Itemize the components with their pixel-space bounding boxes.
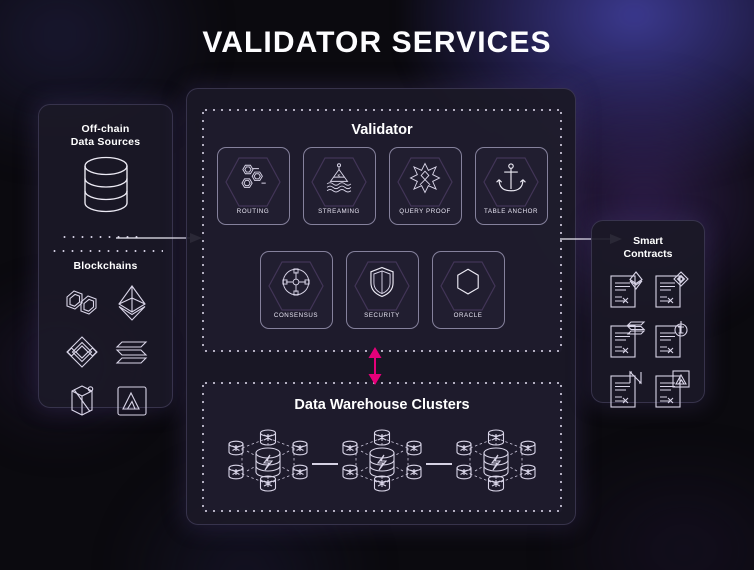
query-proof-starburst-icon <box>409 162 441 194</box>
blockchain-icon-grid <box>57 283 157 426</box>
service-label: STREAMING <box>318 208 360 215</box>
blockchains-title: Blockchains <box>73 260 138 272</box>
service-card-routing[interactable]: ROUTING <box>216 147 290 225</box>
contract-document-tezos-icon[interactable] <box>651 319 693 366</box>
validator-service-row-top: ROUTING K STREAMING QUERY PROOF TABLE AN… <box>202 147 562 225</box>
glow-bottom-right <box>554 450 754 570</box>
offchain-sources-title: Off-chain Data Sources <box>39 123 172 149</box>
service-label: ORACLE <box>453 312 483 319</box>
consensus-network-wheel-icon <box>282 268 310 296</box>
service-card-query-proof[interactable]: QUERY PROOF <box>388 147 462 225</box>
data-warehouse-title: Data Warehouse Clusters <box>294 397 470 413</box>
solana-bars-icon[interactable] <box>113 336 151 373</box>
service-card-table-anchor[interactable]: TABLE ANCHOR <box>474 147 548 225</box>
contract-document-bnb-icon[interactable] <box>651 269 693 316</box>
service-card-streaming[interactable]: K STREAMING <box>302 147 376 225</box>
database-cluster-icon[interactable] <box>454 426 538 501</box>
offchain-sources-panel: Off-chain Data Sources Blockchains <box>38 104 173 416</box>
streaming-buoy-waves-icon: K <box>326 163 352 193</box>
smart-contracts-title-line-2: Contracts <box>623 248 673 261</box>
validator-title: Validator <box>351 122 413 138</box>
bnb-diamond-icon[interactable] <box>64 334 100 375</box>
near-cube-icon[interactable] <box>65 381 99 426</box>
service-label: QUERY PROOF <box>399 208 451 215</box>
database-cluster-icon[interactable] <box>226 426 310 501</box>
contract-document-avalanche-icon[interactable] <box>651 369 693 416</box>
smart-contracts-title-line-1: Smart <box>633 235 663 247</box>
validator-service-row-bottom: CONSENSUS SECURITY ORACLE <box>202 251 562 329</box>
cluster-link <box>312 462 338 465</box>
offchain-title-line-1: Off-chain <box>81 123 130 135</box>
sync-arrow-up-down-icon <box>364 347 386 385</box>
service-label: ROUTING <box>236 208 270 215</box>
contract-document-ethereum-icon[interactable] <box>606 269 648 316</box>
database-cluster-icon[interactable] <box>340 426 424 501</box>
cluster-link <box>426 462 452 465</box>
service-label: TABLE ANCHOR <box>484 208 538 215</box>
panel-divider <box>50 250 163 252</box>
contract-document-solana-icon[interactable] <box>606 319 648 366</box>
service-card-security[interactable]: SECURITY <box>345 251 419 329</box>
data-warehouse-group: Data Warehouse Clusters <box>202 382 562 512</box>
ethereum-diamond-icon[interactable] <box>115 283 149 328</box>
smart-contracts-title: Smart Contracts <box>592 235 704 261</box>
page-title: VALIDATOR SERVICES <box>202 26 552 59</box>
database-cylinder-icon <box>39 153 172 219</box>
service-label: SECURITY <box>364 312 400 319</box>
service-card-consensus[interactable]: CONSENSUS <box>259 251 333 329</box>
contract-document-near-icon[interactable] <box>606 369 648 416</box>
service-card-oracle[interactable]: ORACLE <box>431 251 505 329</box>
cluster-diagram <box>202 426 562 501</box>
validator-services-panel: Validator ROUTING K STREAMING QUERY PROO… <box>186 88 576 525</box>
smart-contract-icon-grid <box>604 269 694 416</box>
validator-group: Validator ROUTING K STREAMING QUERY PROO… <box>202 109 562 352</box>
service-label: CONSENSUS <box>273 312 319 319</box>
offchain-title-line-2: Data Sources <box>70 136 141 149</box>
routing-gears-icon <box>241 164 266 188</box>
table-anchor-icon <box>496 163 526 192</box>
smart-contracts-panel: Smart Contracts <box>591 220 705 408</box>
polkadot-hexagons-icon[interactable] <box>63 286 101 325</box>
security-shield-icon <box>370 266 394 298</box>
oracle-hexagon-icon <box>457 268 479 295</box>
avalanche-square-icon[interactable] <box>114 383 150 424</box>
